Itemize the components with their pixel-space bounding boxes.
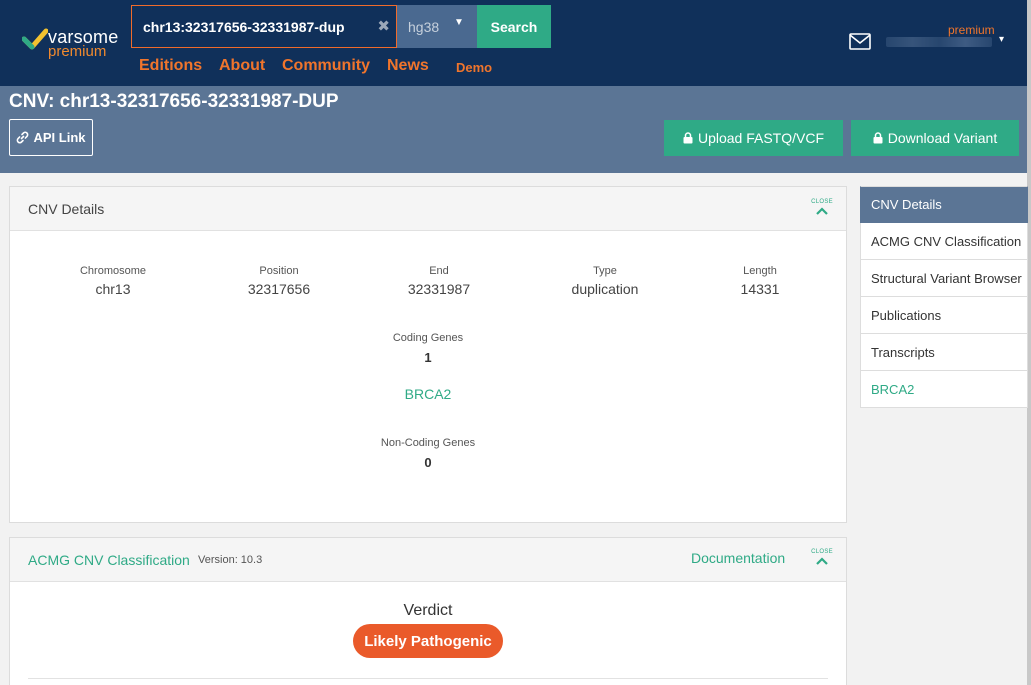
- divider: [28, 678, 828, 679]
- stat-label: Type: [593, 265, 617, 277]
- upload-fastq-vcf-button[interactable]: Upload FASTQ/VCF: [664, 120, 843, 156]
- sidebar-item-acmg[interactable]: ACMG CNV Classification: [860, 223, 1028, 260]
- top-navbar: varsome premium chr13:32317656-32331987-…: [0, 0, 1031, 86]
- nav-editions[interactable]: Editions: [139, 57, 202, 75]
- panel-header: CNV Details CLOSE: [10, 187, 846, 231]
- stat-position: Position 32317656: [224, 265, 334, 297]
- cnv-details-panel: CNV Details CLOSE Chromosome chr13 Posit…: [9, 186, 847, 523]
- nav-about[interactable]: About: [219, 57, 265, 75]
- stat-value: duplication: [571, 281, 639, 297]
- download-label: Download Variant: [887, 130, 998, 146]
- stat-length: Length 14331: [705, 265, 815, 297]
- lock-icon: [683, 132, 693, 144]
- collapse-panel-button[interactable]: CLOSE: [809, 549, 835, 571]
- nav-community[interactable]: Community: [282, 57, 370, 75]
- coding-genes-label: Coding Genes: [392, 332, 464, 344]
- gene-link-brca2[interactable]: BRCA2: [10, 386, 846, 402]
- sidebar-item-cnv-details[interactable]: CNV Details: [860, 186, 1028, 223]
- download-variant-button[interactable]: Download Variant: [851, 120, 1019, 156]
- lock-icon: [873, 132, 883, 144]
- panel-title: CNV Details: [28, 201, 105, 217]
- user-menu[interactable]: [886, 37, 992, 47]
- upload-label: Upload FASTQ/VCF: [697, 130, 825, 146]
- section-sidebar: CNV Details ACMG CNV Classification Stru…: [860, 186, 1028, 408]
- close-icon[interactable]: ✖: [377, 17, 390, 35]
- stat-label: Position: [259, 265, 299, 277]
- page-title: CNV: chr13-32317656-32331987-DUP: [9, 91, 339, 112]
- caret-down-icon[interactable]: ▾: [999, 34, 1004, 45]
- close-label: CLOSE: [811, 199, 833, 205]
- sidebar-item-sv-browser[interactable]: Structural Variant Browser: [860, 260, 1028, 297]
- search-button[interactable]: Search: [477, 5, 551, 48]
- acmg-cnv-panel: ACMG CNV Classification Version: 10.3 Do…: [9, 537, 847, 685]
- envelope-icon[interactable]: [849, 33, 871, 50]
- stat-end: End 32331987: [384, 265, 494, 297]
- stat-label: Chromosome: [79, 265, 147, 277]
- stat-value: chr13: [95, 281, 131, 297]
- caret-down-icon: ▼: [454, 17, 464, 28]
- non-coding-genes: Non-Coding Genes 0: [10, 437, 846, 470]
- verdict-badge: Likely Pathogenic: [353, 624, 503, 658]
- close-label: CLOSE: [811, 549, 833, 555]
- verdict-label: Verdict: [403, 602, 453, 619]
- search-input[interactable]: chr13:32317656-32331987-dup ✖: [131, 5, 397, 48]
- genome-select[interactable]: hg38 ▼: [397, 5, 477, 48]
- stat-label: Length: [743, 265, 777, 277]
- sidebar-item-brca2[interactable]: BRCA2: [860, 371, 1028, 408]
- nav-news[interactable]: News: [387, 57, 429, 75]
- genome-value: hg38: [408, 19, 440, 35]
- version-label: Version: 10.3: [198, 554, 263, 566]
- panel-title[interactable]: ACMG CNV Classification: [28, 552, 190, 568]
- documentation-link[interactable]: Documentation: [691, 550, 785, 566]
- chevron-up-icon: [816, 207, 828, 215]
- stat-value: 32331987: [407, 281, 471, 297]
- stat-value: 32317656: [247, 281, 311, 297]
- logo-word-premium: premium: [48, 43, 107, 60]
- panel-header: ACMG CNV Classification Version: 10.3 Do…: [10, 538, 846, 582]
- search-query: chr13:32317656-32331987-dup: [143, 19, 345, 35]
- chevron-up-icon: [816, 557, 828, 565]
- sidebar-item-publications[interactable]: Publications: [860, 297, 1028, 334]
- nav-demo[interactable]: Demo: [456, 60, 492, 75]
- varsome-logo[interactable]: varsome premium: [22, 24, 122, 60]
- non-coding-genes-label: Non-Coding Genes: [380, 437, 476, 449]
- collapse-panel-button[interactable]: CLOSE: [809, 199, 835, 221]
- checkmark-logo-icon: [22, 28, 48, 50]
- stat-value: 14331: [740, 281, 780, 297]
- coding-genes-count: 1: [424, 350, 432, 365]
- non-coding-genes-count: 0: [424, 455, 432, 470]
- title-band: CNV: chr13-32317656-32331987-DUP API Lin…: [0, 86, 1027, 173]
- api-link-button[interactable]: API Link: [9, 119, 93, 156]
- coding-genes: Coding Genes 1: [10, 332, 846, 365]
- api-link-label: API Link: [33, 130, 86, 145]
- stat-type: Type duplication: [550, 265, 660, 297]
- sidebar-item-transcripts[interactable]: Transcripts: [860, 334, 1028, 371]
- premium-badge: premium: [948, 23, 995, 37]
- stat-chromosome: Chromosome chr13: [58, 265, 168, 297]
- link-icon: [17, 131, 29, 144]
- stat-label: End: [429, 265, 449, 277]
